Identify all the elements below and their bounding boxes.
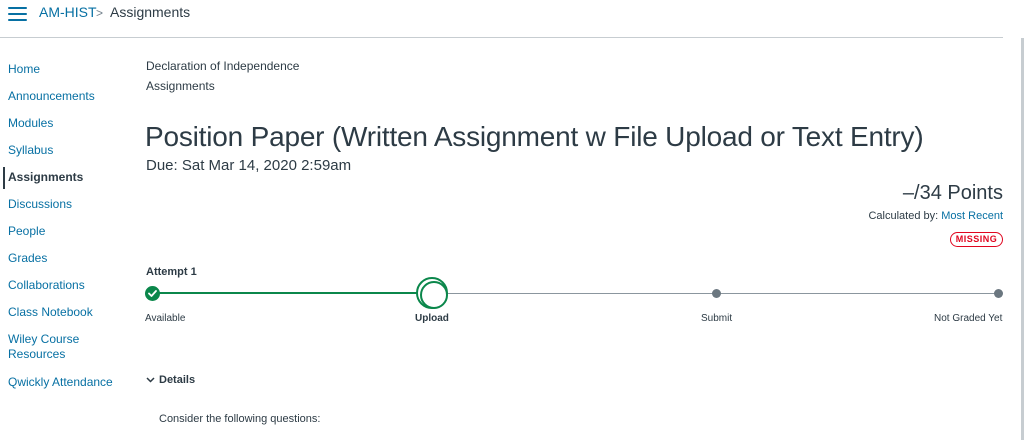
points-display: –/34 Points [902,182,1003,204]
step-label-available: Available [145,313,186,324]
step-available-marker [145,286,160,301]
hamburger-icon[interactable] [8,4,30,21]
step-label-upload: Upload [415,313,449,324]
progress-track-completed [153,292,432,294]
assignments-link[interactable]: Assignments [146,79,215,93]
due-date: Due: Sat Mar 14, 2020 2:59am [146,157,352,174]
sidebar-item-discussions[interactable]: Discussions [8,197,120,212]
breadcrumb-course-link[interactable]: AM-HIST [39,4,97,20]
calculated-by: Calculated by: Most Recent [868,210,1003,222]
sidebar-item-class-notebook[interactable]: Class Notebook [8,305,120,320]
breadcrumb-separator: > [96,6,104,20]
step-submit-marker [712,289,721,298]
sidebar-item-announcements[interactable]: Announcements [8,89,120,104]
sidebar-item-grades[interactable]: Grades [8,251,120,266]
active-indicator [3,167,5,189]
sidebar-item-syllabus[interactable]: Syllabus [8,143,120,158]
calculated-by-value[interactable]: Most Recent [941,210,1003,222]
sidebar-item-qwickly-attendance[interactable]: Qwickly Attendance [8,375,120,390]
details-body: Consider the following questions: [159,413,321,425]
checkmark-icon [148,290,157,297]
module-link[interactable]: Declaration of Independence [146,59,299,73]
chevron-down-icon [146,375,155,386]
top-bar: AM-HIST > Assignments [0,0,1003,38]
details-label: Details [159,374,196,386]
step-not-graded-marker [994,289,1003,298]
sidebar-item-collaborations[interactable]: Collaborations [8,278,120,293]
sidebar-item-people[interactable]: People [8,224,120,239]
calculated-by-label: Calculated by: [868,210,939,222]
sidebar-item-modules[interactable]: Modules [8,116,120,131]
sidebar-item-assignments[interactable]: Assignments [8,170,120,185]
step-label-submit: Submit [701,313,733,324]
sidebar-item-wiley-course-resources[interactable]: Wiley Course Resources [8,332,108,362]
breadcrumb-current: Assignments [110,4,191,20]
attempt-label: Attempt 1 [146,266,197,278]
step-label-not-graded: Not Graded Yet [934,313,1003,324]
missing-status-badge: MISSING [950,232,1003,247]
details-toggle[interactable]: Details [146,374,195,386]
sidebar-item-home[interactable]: Home [8,62,120,77]
assignment-title: Position Paper (Written Assignment w Fil… [145,121,924,152]
step-upload-marker [416,277,448,309]
